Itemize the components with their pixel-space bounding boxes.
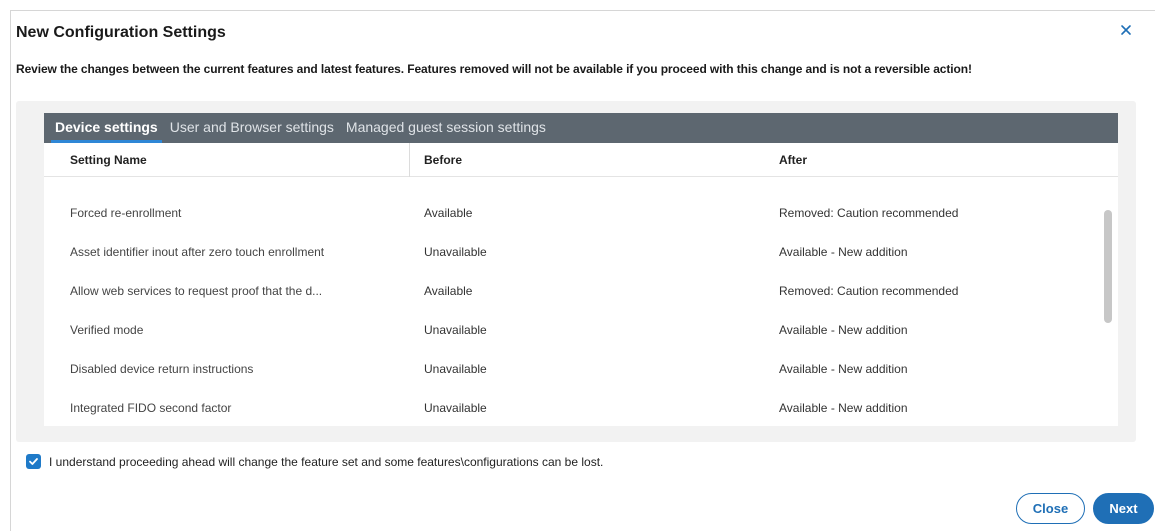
before-cell: Unavailable — [424, 401, 487, 415]
after-cell: Available - New addition — [779, 323, 908, 337]
table-row: Forced re-enrollment Available Removed: … — [44, 194, 1094, 233]
column-divider — [409, 143, 410, 177]
setting-name-cell: Disabled device return instructions — [70, 362, 254, 376]
before-cell: Unavailable — [424, 245, 487, 259]
table-header: Setting Name Before After — [44, 143, 1118, 177]
after-cell: Available - New addition — [779, 245, 908, 259]
table-row: Allow web services to request proof that… — [44, 272, 1094, 311]
after-cell: Available - New addition — [779, 362, 908, 376]
setting-name-cell: Integrated FIDO second factor — [70, 401, 232, 415]
acknowledge-checkbox[interactable] — [26, 454, 41, 469]
table-scrollbar[interactable] — [1104, 210, 1112, 323]
settings-table: Setting Name Before After Forced re-enro… — [44, 143, 1118, 426]
before-cell: Available — [424, 284, 473, 298]
close-button[interactable]: Close — [1016, 493, 1085, 524]
setting-name-cell: Allow web services to request proof that… — [70, 284, 323, 298]
tab-device-settings[interactable]: Device settings — [51, 113, 162, 143]
column-header-setting-name[interactable]: Setting Name — [70, 143, 147, 177]
before-cell: Unavailable — [424, 323, 487, 337]
settings-tabs: Device settings User and Browser setting… — [44, 113, 1118, 143]
next-button[interactable]: Next — [1093, 493, 1154, 524]
dialog-title: New Configuration Settings — [16, 24, 226, 41]
after-cell: Removed: Caution recommended — [779, 206, 959, 220]
after-cell: Removed: Caution recommended — [779, 284, 959, 298]
table-row: Verified mode Unavailable Available - Ne… — [44, 311, 1094, 350]
table-row: Disabled device return instructions Unav… — [44, 350, 1094, 389]
acknowledge-label[interactable]: I understand proceeding ahead will chang… — [49, 455, 603, 469]
setting-name-cell: Forced re-enrollment — [70, 206, 182, 220]
acknowledgement: I understand proceeding ahead will chang… — [26, 454, 603, 469]
table-row: Asset identifier inout after zero touch … — [44, 233, 1094, 272]
tab-managed-guest-session-settings[interactable]: Managed guest session settings — [342, 113, 550, 143]
column-header-after[interactable]: After — [779, 143, 807, 177]
warning-message: Review the changes between the current f… — [16, 62, 972, 76]
close-icon[interactable] — [1120, 24, 1134, 38]
tab-user-and-browser-settings[interactable]: User and Browser settings — [166, 113, 338, 143]
setting-name-cell: Verified mode — [70, 323, 144, 337]
setting-name-cell: Asset identifier inout after zero touch … — [70, 245, 325, 259]
after-cell: Available - New addition — [779, 401, 908, 415]
column-header-before[interactable]: Before — [424, 143, 462, 177]
before-cell: Available — [424, 206, 473, 220]
table-row: Integrated FIDO second factor Unavailabl… — [44, 389, 1094, 426]
before-cell: Unavailable — [424, 362, 487, 376]
checkmark-icon — [29, 458, 38, 465]
